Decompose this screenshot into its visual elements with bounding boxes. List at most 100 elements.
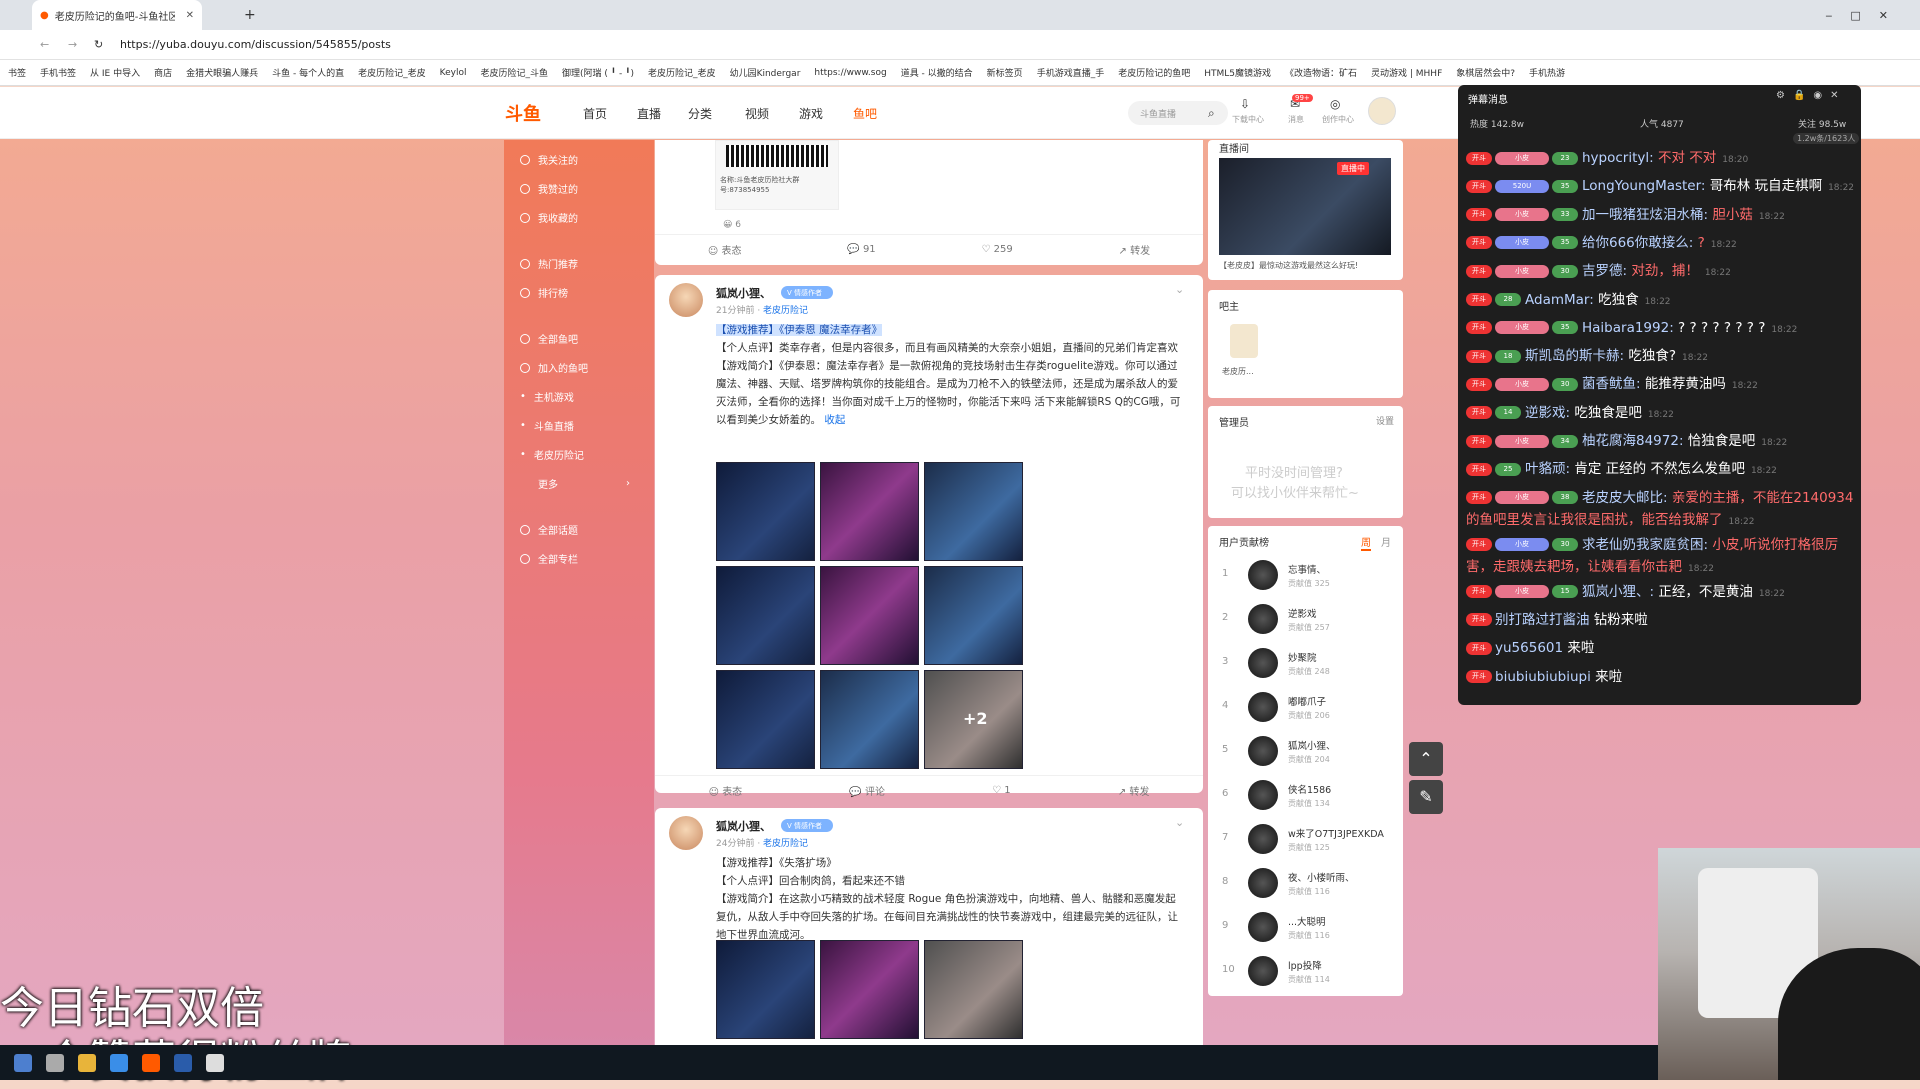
- comment-button[interactable]: 💬 91: [847, 244, 875, 255]
- danmu-username[interactable]: 菌香鱿鱼:: [1582, 376, 1641, 392]
- danmu-username[interactable]: 求老仙奶我家庭贫困:: [1582, 537, 1708, 553]
- chevron-down-icon[interactable]: ⌄: [1175, 816, 1184, 829]
- sidebar-item-topics[interactable]: 全部话题: [520, 522, 578, 537]
- danmu-username[interactable]: 给你666你敢接么:: [1582, 235, 1693, 251]
- rank-name[interactable]: 妙聚院: [1288, 650, 1317, 664]
- like-button[interactable]: ♡ 1: [992, 785, 1011, 796]
- danmu-username[interactable]: yu565601: [1495, 640, 1563, 656]
- danmu-username[interactable]: 加一哦猪狂炫泪水桶:: [1582, 207, 1708, 223]
- creator-icon[interactable]: ◎: [1330, 97, 1340, 111]
- rank-name[interactable]: 狐岚小狸、: [1288, 738, 1336, 752]
- sidebar-item-hot[interactable]: 热门推荐: [520, 256, 578, 271]
- download-icon[interactable]: ⇩: [1240, 97, 1250, 111]
- chevron-down-icon[interactable]: ⌄: [1175, 283, 1184, 296]
- bookmark-item[interactable]: 从 IE 中导入: [90, 66, 140, 79]
- post-username[interactable]: 狐岚小狸、: [716, 285, 771, 301]
- ranking-row[interactable]: 2 逆影戏 贡献值 257: [1208, 600, 1403, 640]
- nav-home[interactable]: 首页: [583, 105, 607, 122]
- ranking-row[interactable]: 6 侠名1586 贡献值 134: [1208, 776, 1403, 816]
- nav-category[interactable]: 分类: [688, 105, 712, 122]
- ranking-row[interactable]: 3 妙聚院 贡献值 248: [1208, 644, 1403, 684]
- danmu-username[interactable]: 逆影戏:: [1525, 405, 1570, 421]
- share-button[interactable]: ↗ 转发: [1118, 783, 1150, 798]
- danmu-username[interactable]: hypocrityl:: [1582, 150, 1654, 166]
- new-tab-icon[interactable]: +: [244, 7, 256, 23]
- qr-image[interactable]: 名称:斗鱼老皮历险社大群 号:873854955: [715, 140, 839, 210]
- rank-name[interactable]: ...大聪明: [1288, 914, 1326, 928]
- window-controls[interactable]: ‒□✕: [1825, 9, 1906, 22]
- rank-name[interactable]: 侠名1586: [1288, 782, 1331, 796]
- nav-yuba[interactable]: 鱼吧: [853, 105, 877, 122]
- express-button[interactable]: ☺ 表态: [709, 783, 743, 798]
- rank-name[interactable]: 忘事情、: [1288, 562, 1326, 576]
- post-image-1[interactable]: [716, 940, 815, 1039]
- owner-avatar[interactable]: [1230, 324, 1258, 358]
- tab-week[interactable]: 周: [1361, 534, 1371, 551]
- avatar[interactable]: [1248, 736, 1278, 766]
- sidebar-item-favorites[interactable]: 我收藏的: [520, 210, 578, 225]
- rank-name[interactable]: 逆影戏: [1288, 606, 1317, 620]
- browser-tab-active[interactable]: ● 老皮历险记的鱼吧-斗鱼社区,直播... ✕: [32, 0, 202, 30]
- live-caption[interactable]: 【老皮皮】最惊动这游戏最然这么好玩!: [1219, 260, 1391, 271]
- admin-settings-link[interactable]: 设置: [1376, 414, 1394, 427]
- sidebar-item-more[interactable]: 更多 ›: [538, 476, 630, 491]
- avatar[interactable]: [1248, 780, 1278, 810]
- bookmark-item[interactable]: 斗鱼 - 每个人的直: [272, 66, 344, 79]
- sidebar-item-ranking[interactable]: 排行榜: [520, 285, 568, 300]
- post-image-7[interactable]: [716, 670, 815, 769]
- bookmark-item[interactable]: 《改造物语：矿石: [1285, 66, 1357, 79]
- post-image-5[interactable]: [820, 566, 919, 665]
- rank-name[interactable]: 夜、小楼听雨、: [1288, 870, 1355, 884]
- avatar[interactable]: [1248, 560, 1278, 590]
- sidebar-item-douyu-live[interactable]: • 斗鱼直播: [520, 418, 574, 433]
- post-image-1[interactable]: [716, 462, 815, 561]
- steam-icon[interactable]: [174, 1053, 192, 1072]
- share-button[interactable]: ↗ 转发: [1119, 242, 1151, 257]
- ranking-row[interactable]: 7 w来了O7TJ3JPEXKDA 贡献值 125: [1208, 820, 1403, 860]
- nav-game[interactable]: 游戏: [799, 105, 823, 122]
- url-field[interactable]: https://yuba.douyu.com/discussion/545855…: [120, 38, 391, 51]
- bookmark-item[interactable]: 老皮历险记的鱼吧: [1118, 66, 1190, 79]
- rank-name[interactable]: 嘟嘟爪子: [1288, 694, 1326, 708]
- douyu-logo[interactable]: 斗鱼: [505, 100, 563, 126]
- avatar[interactable]: [1248, 868, 1278, 898]
- back-icon[interactable]: ←: [40, 38, 49, 51]
- collapse-link[interactable]: 收起: [824, 414, 845, 426]
- close-tab-icon[interactable]: ✕: [186, 10, 194, 21]
- edit-post-button[interactable]: ✎: [1409, 780, 1443, 814]
- danmu-username[interactable]: Haibara1992:: [1582, 320, 1674, 336]
- avatar[interactable]: [669, 283, 703, 317]
- reload-icon[interactable]: ↻: [94, 38, 103, 51]
- post-username[interactable]: 狐岚小狸、: [716, 818, 771, 834]
- danmu-username[interactable]: LongYoungMaster:: [1582, 178, 1705, 194]
- user-avatar[interactable]: [1368, 97, 1396, 125]
- ranking-row[interactable]: 9 ...大聪明 贡献值 116: [1208, 908, 1403, 948]
- danmu-username[interactable]: AdamMar:: [1525, 292, 1594, 308]
- bookmark-item[interactable]: 灵动游戏 | MHHF: [1371, 66, 1442, 79]
- express-button[interactable]: ☺ 表态: [708, 242, 742, 257]
- ranking-row[interactable]: 8 夜、小楼听雨、 贡献值 116: [1208, 864, 1403, 904]
- danmu-username[interactable]: 柚花腐海84972:: [1582, 433, 1684, 449]
- browser-icon[interactable]: [110, 1053, 128, 1072]
- sidebar-item-console[interactable]: • 主机游戏: [520, 389, 574, 404]
- owner-name[interactable]: 老皮历...: [1222, 366, 1254, 377]
- nav-live[interactable]: 直播: [637, 105, 661, 122]
- bookmark-item[interactable]: 手机热游: [1529, 66, 1565, 79]
- sidebar-item-all-yuba[interactable]: 全部鱼吧: [520, 331, 578, 346]
- bookmark-item[interactable]: 新标签页: [987, 66, 1023, 79]
- danmu-username[interactable]: 吉罗德:: [1582, 263, 1627, 279]
- post-image-8[interactable]: [820, 670, 919, 769]
- bookmark-item[interactable]: 商店: [154, 66, 172, 79]
- app-icon[interactable]: [206, 1053, 224, 1072]
- avatar[interactable]: [1248, 648, 1278, 678]
- bookmark-item[interactable]: 老皮历险记_斗鱼: [480, 66, 548, 79]
- post-image-2[interactable]: [820, 462, 919, 561]
- comment-button[interactable]: 💬 评论: [849, 783, 885, 798]
- bookmark-item[interactable]: https://www.sog: [814, 68, 886, 78]
- avatar[interactable]: [1248, 824, 1278, 854]
- nav-video[interactable]: 视频: [745, 105, 769, 122]
- bookmark-item[interactable]: 书签: [8, 66, 26, 79]
- danmu-username[interactable]: 狐岚小狸、:: [1582, 584, 1654, 600]
- start-icon[interactable]: [14, 1053, 32, 1072]
- ranking-row[interactable]: 5 狐岚小狸、 贡献值 204: [1208, 732, 1403, 772]
